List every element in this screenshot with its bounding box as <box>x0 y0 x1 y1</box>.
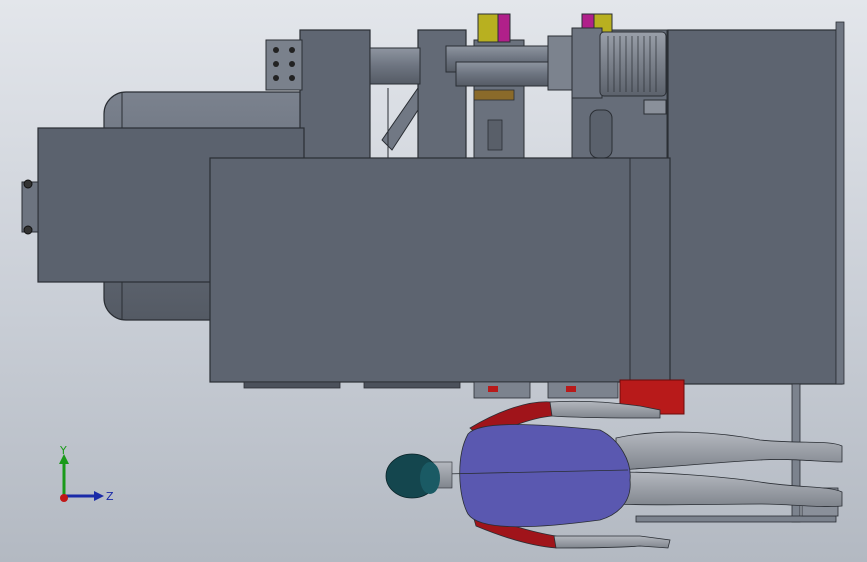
drive-shaft[interactable] <box>369 35 573 91</box>
base-feet[interactable] <box>243 381 619 399</box>
human-mannequin[interactable] <box>385 400 843 549</box>
main-housing[interactable] <box>209 157 671 383</box>
y-axis-label: Y <box>59 444 67 457</box>
flange-bolts[interactable] <box>265 39 303 91</box>
z-axis-label: Z <box>106 490 114 503</box>
cad-model-scene[interactable] <box>0 0 867 562</box>
origin-point-icon <box>60 494 68 502</box>
control-cabinet[interactable] <box>667 21 845 385</box>
cad-graphics-viewport[interactable]: Y Z <box>0 0 867 562</box>
z-axis-arrow <box>94 491 104 501</box>
view-orientation-triad[interactable]: Y Z <box>40 440 120 510</box>
